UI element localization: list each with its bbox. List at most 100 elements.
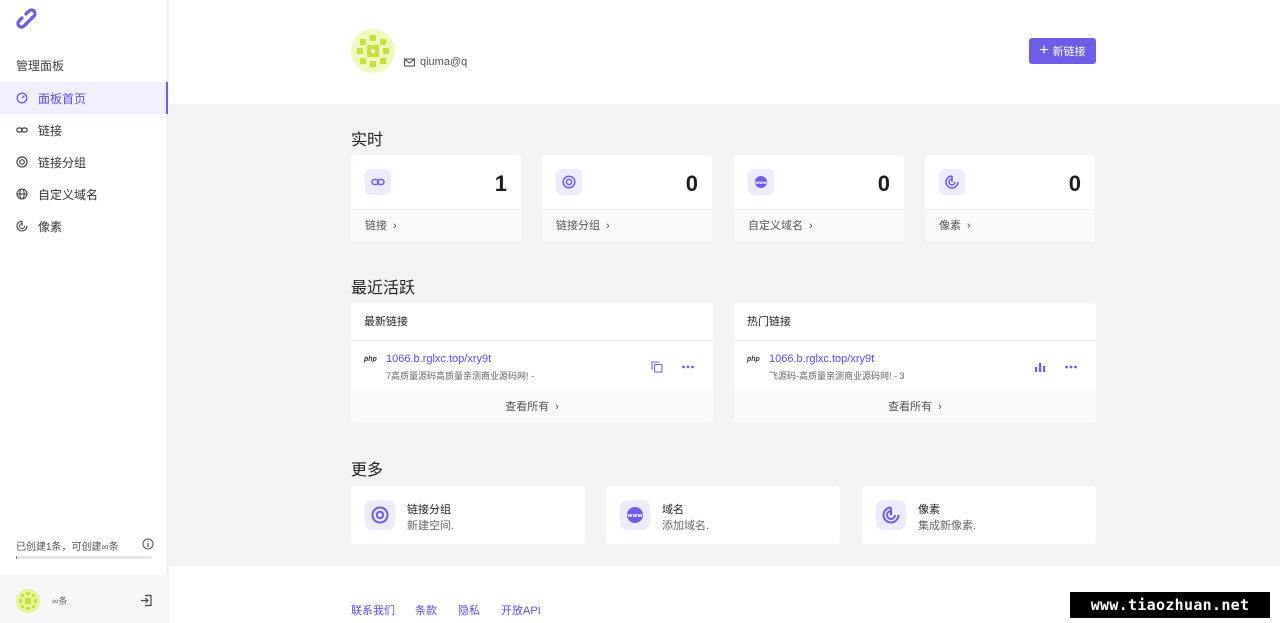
stat-footer-link[interactable]: 链接分组 › bbox=[542, 209, 712, 241]
sidebar-user[interactable]: ∞条 bbox=[0, 575, 168, 623]
list-item: php 1066.b.rglxc.top/xry9t 7高质量源码高质量亲测商业… bbox=[351, 342, 713, 392]
stat-icon-box bbox=[556, 169, 582, 195]
new-link-button[interactable]: + 新链接 bbox=[1029, 38, 1096, 64]
sidebar-item-dashboard[interactable]: 面板首页 bbox=[0, 82, 168, 114]
target-icon bbox=[16, 156, 28, 168]
footer-link-terms[interactable]: 条款 bbox=[415, 602, 437, 618]
sidebar-item-links[interactable]: 链接 bbox=[0, 114, 168, 146]
panel-title: 热门链接 bbox=[734, 303, 1096, 341]
plus-icon: + bbox=[1039, 42, 1049, 59]
usage-summary: 已创建1条，可创建∞条 bbox=[16, 538, 156, 553]
stat-label: 链接 bbox=[365, 220, 387, 232]
sidebar-item-label: 链接 bbox=[38, 123, 63, 138]
card-icon-box bbox=[365, 500, 395, 530]
sidebar-section-title: 管理面板 bbox=[16, 59, 65, 73]
pixel-icon bbox=[882, 506, 900, 524]
user-name: ∞条 bbox=[52, 596, 68, 606]
latest-links-panel: 最新链接 php 1066.b.rglxc.top/xry9t 7高质量源码高质… bbox=[351, 303, 713, 423]
card-title: 域名 bbox=[662, 504, 684, 516]
stat-label: 自定义域名 bbox=[748, 220, 803, 232]
copy-icon[interactable] bbox=[651, 361, 663, 373]
mail-icon bbox=[404, 58, 415, 66]
realtime-title: 实时 bbox=[351, 132, 384, 149]
logout-icon[interactable] bbox=[140, 594, 153, 607]
card-icon-box bbox=[876, 500, 906, 530]
more-card-link-groups[interactable]: 链接分组 新建空间. bbox=[351, 486, 585, 544]
link-description: 7高质量源码高质量亲测商业源码网! - bbox=[386, 371, 535, 381]
stat-card-link-groups: 0 链接分组 › bbox=[542, 155, 712, 241]
card-subtitle: 集成新像素. bbox=[918, 520, 977, 532]
globe-icon bbox=[16, 188, 28, 200]
link-description: 飞源码-高质量亲测商业源码网! - 3 bbox=[769, 371, 905, 381]
chevron-right-icon: › bbox=[809, 220, 813, 232]
stat-footer-link[interactable]: 自定义域名 › bbox=[734, 209, 904, 241]
usage-text: 已创建1条，可创建∞条 bbox=[16, 542, 119, 553]
chevron-right-icon: › bbox=[967, 220, 971, 232]
view-all-label: 查看所有 bbox=[505, 401, 550, 413]
more-card-domains[interactable]: www 域名 添加域名. bbox=[606, 486, 840, 544]
stat-icon-box: www bbox=[748, 169, 774, 195]
avatar[interactable] bbox=[16, 589, 40, 613]
stat-label: 像素 bbox=[939, 220, 961, 232]
more-card-pixels[interactable]: 像素 集成新像素. bbox=[862, 486, 1096, 544]
www-icon: www bbox=[755, 176, 767, 188]
link-icon bbox=[371, 178, 385, 186]
footer-link-open-api[interactable]: 开放API bbox=[501, 602, 541, 618]
stat-icon-box bbox=[365, 169, 391, 195]
chevron-right-icon: › bbox=[393, 220, 397, 232]
target-icon bbox=[562, 175, 576, 189]
user-email: qiuma@q bbox=[404, 56, 467, 68]
stat-card-custom-domains: www 0 自定义域名 › bbox=[734, 155, 904, 241]
view-all-link[interactable]: 查看所有 › bbox=[734, 391, 1096, 423]
stat-icon-box bbox=[939, 169, 965, 195]
target-icon bbox=[371, 506, 389, 524]
footer-link-contact[interactable]: 联系我们 bbox=[351, 602, 395, 618]
logo-icon[interactable] bbox=[16, 8, 42, 34]
user-avatar[interactable] bbox=[351, 29, 395, 73]
sidebar-item-label: 像素 bbox=[38, 219, 63, 234]
info-icon[interactable] bbox=[142, 538, 154, 550]
stat-label: 链接分组 bbox=[556, 220, 600, 232]
bar-chart-icon[interactable] bbox=[1034, 361, 1046, 373]
email-text: qiuma@q bbox=[420, 56, 468, 68]
favicon-badge: php bbox=[747, 356, 760, 363]
link-icon bbox=[16, 127, 28, 133]
usage-progress-bar bbox=[16, 556, 152, 559]
panel-title: 最新链接 bbox=[351, 303, 713, 341]
pixel-icon bbox=[945, 175, 959, 189]
card-title: 链接分组 bbox=[407, 504, 451, 516]
card-subtitle: 添加域名. bbox=[662, 520, 710, 532]
sidebar-nav: 面板首页 链接 链接分组 自定义域名 像素 bbox=[0, 82, 168, 242]
link-url[interactable]: 1066.b.rglxc.top/xry9t bbox=[769, 353, 874, 365]
stat-value: 0 bbox=[685, 171, 698, 196]
stat-footer-link[interactable]: 像素 › bbox=[925, 209, 1095, 241]
sidebar-item-pixels[interactable]: 像素 bbox=[0, 210, 168, 242]
view-all-link[interactable]: 查看所有 › bbox=[351, 391, 713, 423]
new-link-label: 新链接 bbox=[1052, 46, 1086, 58]
chevron-right-icon: › bbox=[555, 401, 559, 413]
link-url[interactable]: 1066.b.rglxc.top/xry9t bbox=[386, 353, 491, 365]
view-all-label: 查看所有 bbox=[888, 401, 933, 413]
top-header bbox=[169, 0, 1280, 104]
stat-card-links: 1 链接 › bbox=[351, 155, 521, 241]
sidebar-item-custom-domains[interactable]: 自定义域名 bbox=[0, 178, 168, 210]
more-title: 更多 bbox=[351, 462, 384, 479]
more-icon[interactable] bbox=[681, 361, 695, 373]
recent-title: 最近活跃 bbox=[351, 280, 416, 297]
sidebar-item-link-groups[interactable]: 链接分组 bbox=[0, 146, 168, 178]
favicon-badge: php bbox=[364, 356, 377, 363]
sidebar-item-label: 面板首页 bbox=[38, 91, 87, 106]
stat-footer-link[interactable]: 链接 › bbox=[351, 209, 521, 241]
card-subtitle: 新建空间. bbox=[407, 520, 455, 532]
card-icon-box: www bbox=[620, 500, 650, 530]
watermark: www.tiaozhuan.net bbox=[1070, 592, 1270, 618]
chevron-right-icon: › bbox=[606, 220, 610, 232]
pixel-icon bbox=[16, 220, 28, 232]
more-icon[interactable] bbox=[1064, 361, 1078, 373]
sidebar: 管理面板 面板首页 链接 链接分组 自定义域名 像素 已创建1条，可创建∞条 ∞… bbox=[0, 0, 168, 623]
svg-text:www: www bbox=[627, 513, 642, 519]
stat-value: 0 bbox=[877, 171, 890, 196]
stat-value: 1 bbox=[494, 171, 507, 196]
www-icon: www bbox=[627, 507, 643, 523]
footer-link-privacy[interactable]: 隐私 bbox=[458, 602, 480, 618]
